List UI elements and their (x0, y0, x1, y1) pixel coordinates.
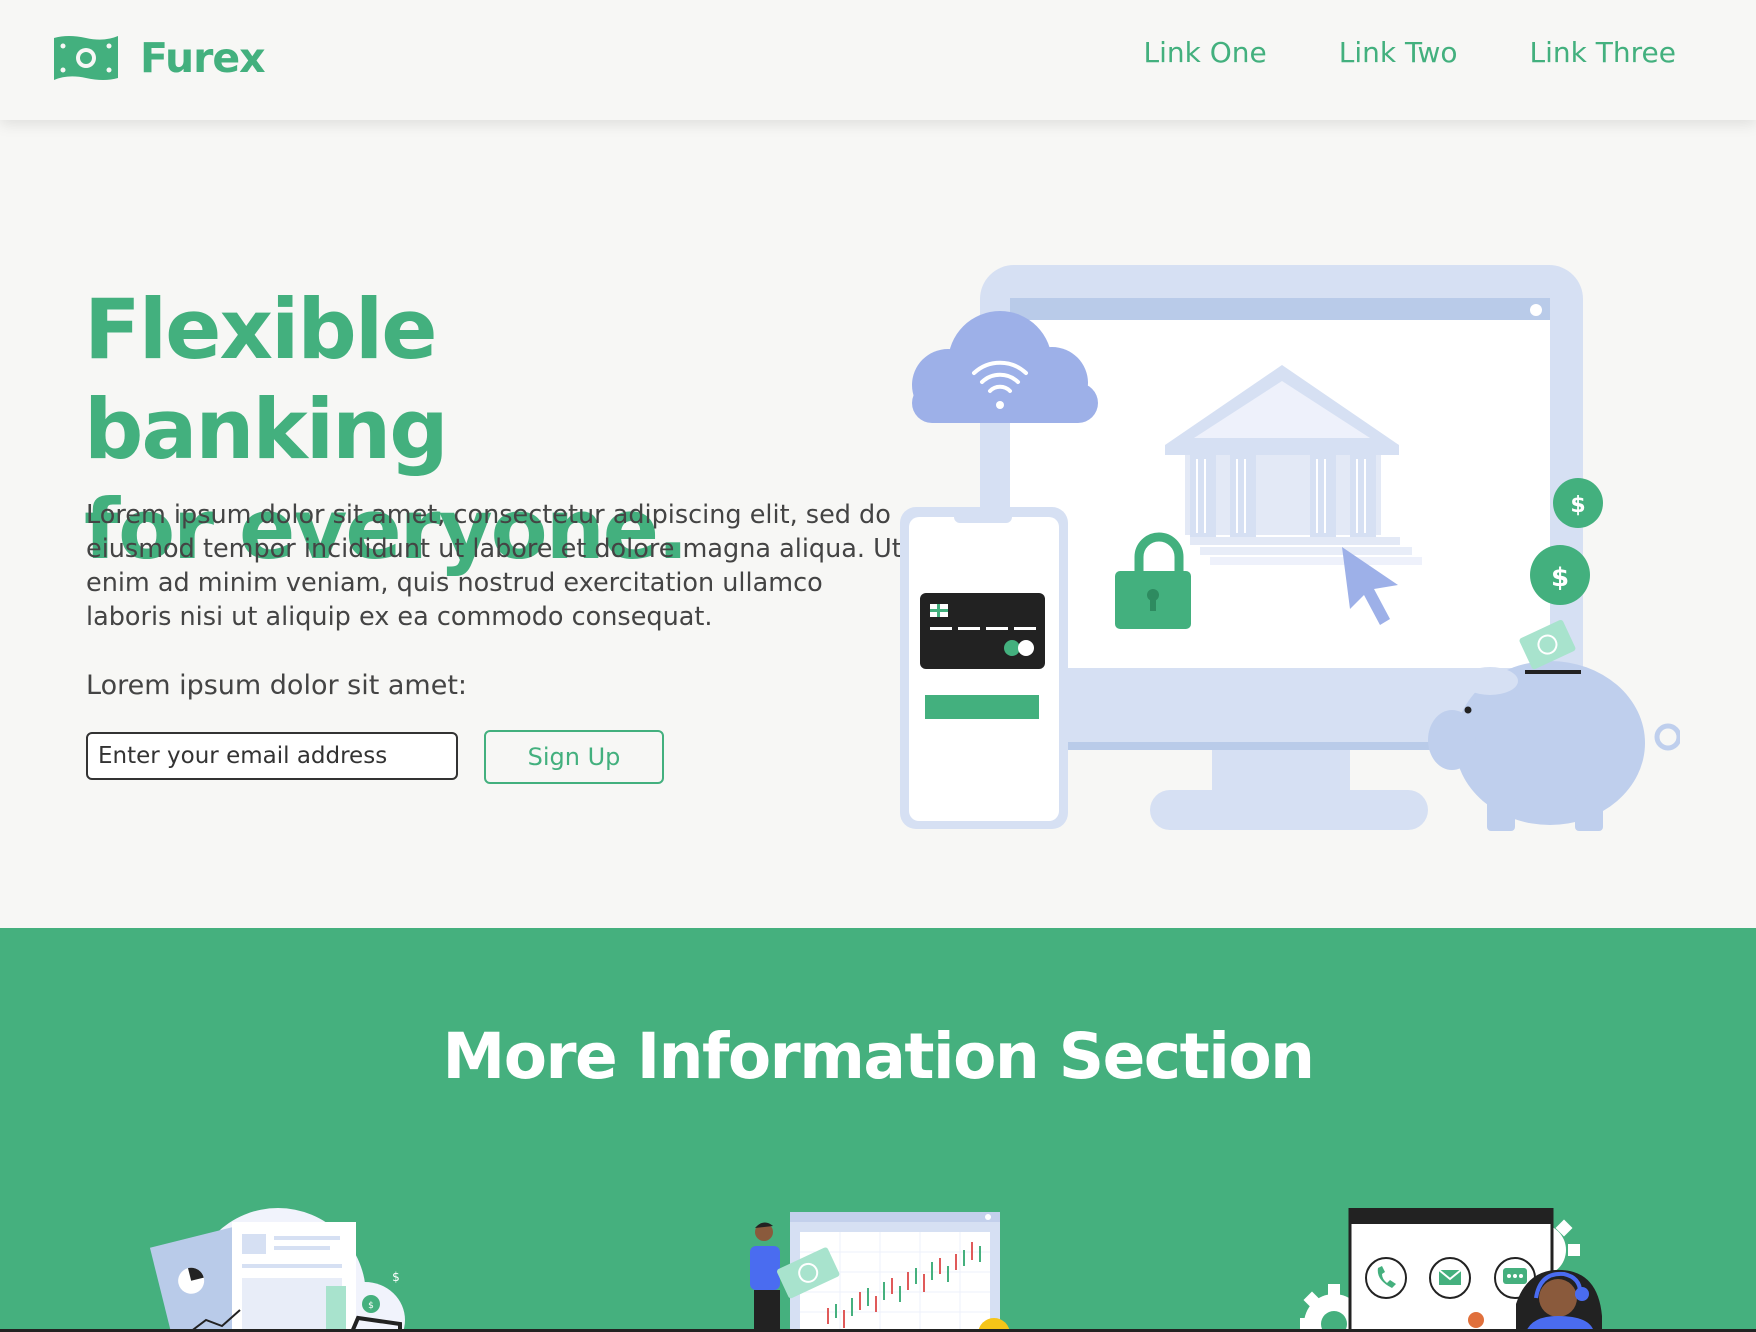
svg-text:$: $ (392, 1270, 400, 1284)
money-bill-icon (54, 36, 118, 80)
dollar-coin-icon: $ (1553, 478, 1603, 528)
nav-links: Link One Link Two Link Three (1144, 36, 1676, 69)
hero-subheading: Lorem ipsum dolor sit amet: (86, 670, 468, 701)
credit-card-icon (920, 593, 1045, 669)
nav-link-two[interactable]: Link Two (1339, 36, 1458, 69)
hero-title-line1: Flexible banking (84, 281, 449, 478)
signup-button[interactable]: Sign Up (484, 730, 664, 784)
trading-chart-illustration (750, 1212, 1010, 1332)
svg-text:$: $ (1570, 493, 1585, 518)
brand-name: Furex (140, 34, 266, 82)
nav-link-three[interactable]: Link Three (1530, 36, 1676, 69)
info-section: More Information Section $ $ (0, 928, 1756, 1332)
email-input[interactable] (86, 732, 458, 780)
support-illustration (1300, 1208, 1602, 1332)
person-illustration (750, 1222, 780, 1332)
dollar-coin-icon: $ (1530, 545, 1590, 605)
svg-text:$: $ (1551, 563, 1569, 593)
navbar: Furex Link One Link Two Link Three (0, 0, 1756, 120)
nav-link-one[interactable]: Link One (1144, 36, 1267, 69)
documents-illustration: $ $ (150, 1208, 409, 1332)
svg-text:$: $ (368, 1301, 374, 1311)
phone-illustration (900, 507, 1068, 829)
hero-paragraph: Lorem ipsum dolor sit amet, consectetur … (86, 500, 902, 632)
brand-logo[interactable]: Furex (50, 30, 266, 86)
info-title: More Information Section (442, 1020, 1315, 1093)
hero-illustration: $ $ (900, 265, 1680, 831)
